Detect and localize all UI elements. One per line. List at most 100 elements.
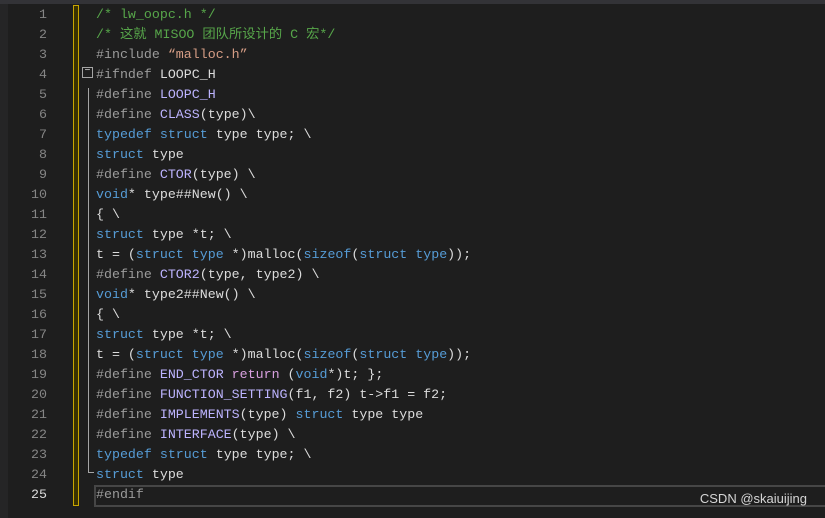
code-text: #define CTOR2(type, type2) \	[96, 265, 319, 285]
change-tracking-bar	[73, 5, 79, 506]
code-text: { \	[96, 205, 120, 225]
line-number: 13	[31, 247, 47, 262]
keyword-token: struct	[135, 347, 184, 362]
code-token: { \	[96, 307, 120, 322]
keyword-token: struct	[96, 227, 144, 242]
macro-token: IMPLEMENTS	[159, 407, 240, 422]
line-number: 19	[31, 367, 47, 382]
preprocessor-token: #define	[96, 107, 160, 122]
keyword-token: struct	[159, 127, 208, 142]
string-token: “malloc.h”	[167, 47, 248, 62]
line-number: 22	[31, 427, 47, 442]
code-token: (type)\	[199, 107, 256, 122]
code-token: (type) \	[191, 167, 256, 182]
keyword-token: struct	[159, 447, 208, 462]
code-text: #include “malloc.h”	[96, 45, 248, 65]
code-text: #define CTOR(type) \	[96, 165, 256, 185]
keyword-token: struct	[135, 247, 184, 262]
code-text: #define LOOPC_H	[96, 85, 216, 105]
line-number: 1	[39, 7, 47, 22]
line-number: 25	[31, 487, 47, 502]
code-token: type *t; \	[143, 227, 232, 242]
keyword-token: type	[191, 247, 224, 262]
code-token: (type, type2) \	[199, 267, 320, 282]
preprocessor-token: #endif	[96, 487, 144, 502]
line-number: 7	[39, 127, 47, 142]
line-number: 24	[31, 467, 47, 482]
preprocessor-token: #ifndef	[96, 67, 160, 82]
code-text: struct type	[96, 145, 184, 165]
code-token: type type	[343, 407, 424, 422]
keyword-token: typedef	[96, 447, 152, 462]
code-text: void* type2##New() \	[96, 285, 256, 305]
line-number: 4	[39, 67, 47, 82]
code-token: (type) \	[231, 427, 296, 442]
code-text: void* type##New() \	[96, 185, 248, 205]
macro-token: CTOR	[159, 167, 192, 182]
editor-top-border	[0, 0, 825, 4]
line-number: 9	[39, 167, 47, 182]
code-text: { \	[96, 305, 120, 325]
comment-token: /* lw_oopc.h */	[96, 7, 216, 22]
code-text: t = (struct type *)malloc(sizeof(struct …	[96, 345, 471, 365]
line-number: 21	[31, 407, 47, 422]
macro-token: CTOR2	[159, 267, 200, 282]
preprocessor-token: #include	[96, 47, 168, 62]
code-token: LOOPC_H	[159, 67, 216, 82]
code-text: /* 这就 MISOO 团队所设计的 C 宏*/	[96, 25, 335, 45]
code-token: (	[279, 367, 296, 382]
preprocessor-token: #define	[96, 427, 160, 442]
line-number: 20	[31, 387, 47, 402]
keyword-token: type	[191, 347, 224, 362]
code-text: /* lw_oopc.h */	[96, 5, 216, 25]
code-token: ));	[447, 347, 472, 362]
code-text: t = (struct type *)malloc(sizeof(struct …	[96, 245, 471, 265]
comment-token: /* 这就 MISOO 团队所设计的 C 宏*/	[96, 27, 336, 42]
keyword-token: struct	[96, 327, 144, 342]
code-text: #define INTERFACE(type) \	[96, 425, 296, 445]
code-text: #define FUNCTION_SETTING(f1, f2) t->f1 =…	[96, 385, 447, 405]
code-text: #define END_CTOR return (void*)t; };	[96, 365, 383, 385]
collapse-icon[interactable]: −	[82, 67, 93, 78]
keyword-token: void	[295, 367, 328, 382]
preprocessor-token: #define	[96, 387, 160, 402]
macro-token: CLASS	[159, 107, 200, 122]
keyword-token: sizeof	[303, 247, 352, 262]
code-token: type type; \	[207, 127, 312, 142]
keyword-token: type	[415, 347, 448, 362]
keyword-token: typedef	[96, 127, 152, 142]
keyword-token: type	[415, 247, 448, 262]
code-token: *)malloc(	[223, 347, 304, 362]
keyword-token: sizeof	[303, 347, 352, 362]
code-text: #endif	[96, 485, 144, 505]
line-number: 11	[31, 207, 47, 222]
keyword-token: void	[96, 287, 128, 302]
code-token: { \	[96, 207, 120, 222]
code-text: struct type *t; \	[96, 325, 232, 345]
code-token: (f1, f2) t->f1 = f2;	[287, 387, 448, 402]
macro-token: LOOPC_H	[159, 87, 216, 102]
code-text: struct type *t; \	[96, 225, 232, 245]
fold-region-end	[88, 472, 94, 473]
code-text: typedef struct type type; \	[96, 125, 311, 145]
code-token: type *t; \	[143, 327, 232, 342]
line-number: 5	[39, 87, 47, 102]
line-number: 12	[31, 227, 47, 242]
code-token: ));	[447, 247, 472, 262]
code-text: #define IMPLEMENTS(type) struct type typ…	[96, 405, 423, 425]
code-text: struct type	[96, 465, 184, 485]
code-token: type	[143, 467, 184, 482]
fold-region-line	[88, 88, 89, 472]
code-token: *)t; };	[327, 367, 384, 382]
preprocessor-token: #define	[96, 267, 160, 282]
code-text: typedef struct type type; \	[96, 445, 311, 465]
macro-token: FUNCTION_SETTING	[159, 387, 288, 402]
code-token: *)malloc(	[223, 247, 304, 262]
code-token: * type2##New() \	[127, 287, 256, 302]
line-number: 18	[31, 347, 47, 362]
line-number: 2	[39, 27, 47, 42]
